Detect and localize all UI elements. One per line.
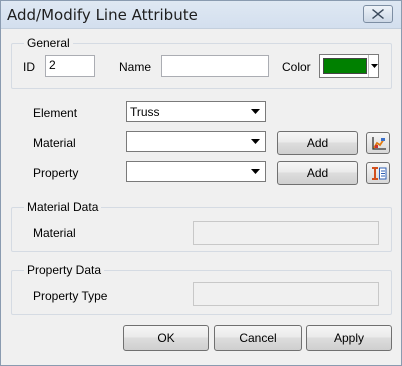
property-dropdown-arrow[interactable] [248, 164, 263, 179]
material-label: Material [33, 136, 76, 150]
color-label: Color [282, 60, 311, 74]
close-button[interactable] [363, 5, 393, 23]
name-label: Name [119, 60, 152, 74]
add-property-label: Add [306, 166, 329, 180]
ok-label: OK [157, 331, 175, 345]
property-section-button[interactable] [366, 162, 390, 184]
chevron-down-icon [251, 139, 260, 144]
property-data-legend: Property Data [24, 263, 105, 277]
add-material-button[interactable]: Add [277, 131, 358, 155]
element-label: Element [33, 106, 78, 120]
ok-button[interactable]: OK [123, 325, 209, 351]
property-section-icon [372, 167, 387, 180]
apply-label: Apply [333, 331, 365, 345]
title-bar[interactable]: Add/Modify Line Attribute [1, 1, 401, 29]
dialog-window: Add/Modify Line Attribute General ID 2 N… [0, 0, 402, 366]
cancel-label: Cancel [239, 331, 277, 345]
material-chart-button[interactable] [366, 132, 390, 154]
id-field[interactable]: 2 [45, 55, 95, 77]
material-chart-icon [372, 137, 386, 150]
material-data-legend: Material Data [24, 200, 102, 214]
element-selected-value: Truss [130, 105, 160, 119]
element-dropdown-arrow[interactable] [248, 104, 263, 119]
general-legend: General [24, 36, 73, 50]
chevron-down-icon [251, 169, 260, 174]
property-type-label: Property Type [33, 289, 108, 303]
color-swatch [323, 58, 367, 74]
property-type-field[interactable] [193, 282, 379, 306]
material-data-label: Material [33, 226, 76, 240]
material-dropdown-arrow[interactable] [248, 134, 263, 149]
cancel-button[interactable]: Cancel [214, 325, 302, 351]
id-label: ID [23, 60, 35, 74]
close-icon [372, 9, 384, 19]
add-property-button[interactable]: Add [277, 161, 358, 185]
name-field[interactable] [161, 55, 269, 77]
color-dropdown-arrow[interactable] [368, 55, 378, 77]
window-title: Add/Modify Line Attribute [7, 6, 198, 24]
chevron-down-icon [251, 109, 260, 114]
apply-button[interactable]: Apply [306, 325, 392, 351]
element-select[interactable]: Truss [126, 101, 266, 122]
property-select[interactable] [126, 161, 266, 182]
material-data-field[interactable] [193, 221, 379, 245]
add-material-label: Add [306, 136, 329, 150]
property-label: Property [33, 166, 79, 180]
chevron-down-icon [371, 64, 378, 68]
material-select[interactable] [126, 131, 266, 152]
color-picker[interactable] [319, 54, 379, 78]
